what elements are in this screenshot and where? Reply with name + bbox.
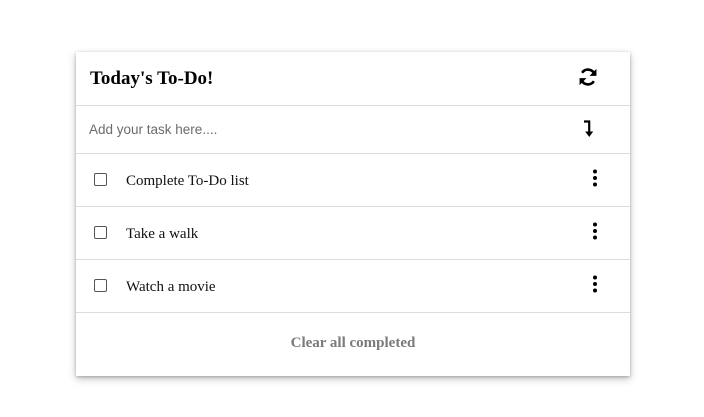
todo-footer: Clear all completed [76, 313, 630, 375]
task-checkbox[interactable] [94, 225, 107, 239]
refresh-icon-svg [579, 67, 597, 86]
page-title: Today's To-Do! [90, 68, 214, 89]
arrow-down-enter-icon[interactable] [579, 119, 599, 139]
list-item: Complete To-Do list [76, 154, 630, 207]
kebab-menu-icon[interactable] [587, 219, 603, 243]
todo-header: Today's To-Do! [76, 52, 630, 106]
add-task-row [76, 106, 630, 154]
task-checkbox[interactable] [94, 172, 107, 186]
clear-completed-button[interactable]: Clear all completed [291, 335, 416, 352]
add-task-input[interactable] [76, 106, 579, 153]
task-label: Complete To-Do list [126, 172, 249, 189]
kebab-menu-icon-svg [593, 275, 597, 293]
task-label: Watch a movie [126, 278, 216, 295]
kebab-menu-icon[interactable] [587, 166, 603, 190]
task-list: Complete To-Do list Take a walk Watch a … [76, 154, 630, 313]
todo-card: Today's To-Do! Complete To-Do list [76, 52, 630, 376]
refresh-icon[interactable] [576, 65, 600, 89]
list-item: Watch a movie [76, 260, 630, 313]
kebab-menu-icon-svg [593, 222, 597, 240]
list-item: Take a walk [76, 207, 630, 260]
arrow-down-enter-icon-svg [584, 119, 594, 137]
kebab-menu-icon[interactable] [587, 272, 603, 296]
task-label: Take a walk [126, 225, 199, 242]
task-checkbox[interactable] [94, 278, 107, 292]
kebab-menu-icon-svg [593, 169, 597, 187]
